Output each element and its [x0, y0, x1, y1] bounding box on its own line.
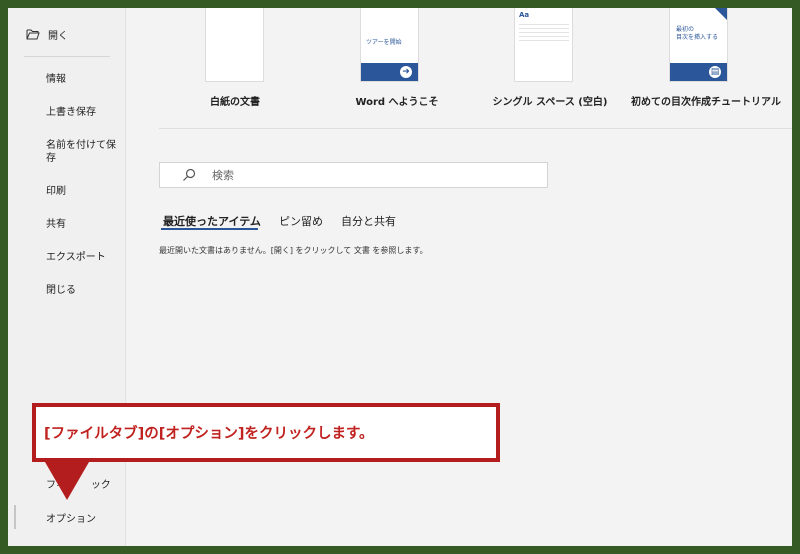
search-input[interactable]	[212, 168, 512, 182]
sidebar-item-open-label: 開く	[48, 30, 68, 42]
sidebar-item-open[interactable]: 開く	[26, 26, 68, 42]
search-icon	[183, 168, 196, 181]
search-box[interactable]	[159, 162, 548, 188]
template-label: 白紙の文書	[210, 97, 260, 108]
template-label: 初めての目次作成チュートリアル	[631, 97, 781, 108]
template-thumbnail-toc[interactable]: 最初の 目次を挿入する ▤	[669, 8, 728, 82]
sidebar-divider	[24, 56, 110, 57]
arrow-right-icon: ➜	[400, 66, 412, 78]
tab-pinned[interactable]: ピン留め	[279, 213, 323, 229]
template-label: Word へようこそ	[355, 97, 439, 108]
template-label: シングル スペース (空白)	[492, 97, 608, 108]
pointer-arrow	[45, 462, 89, 500]
thumbnail-text: ツアーを開始	[366, 39, 402, 46]
tab-shared-with-me[interactable]: 自分と共有	[341, 213, 396, 229]
template-thumbnail-welcome[interactable]: ツアーを開始 ➜	[360, 8, 419, 82]
template-thumbnail-blank[interactable]	[205, 8, 264, 82]
sidebar-item-options[interactable]: オプション	[46, 513, 118, 526]
sidebar-item-export[interactable]: エクスポート	[46, 251, 118, 264]
template-thumbnail-single-space[interactable]: Aa	[514, 8, 573, 82]
corner-badge-icon	[715, 8, 727, 20]
backstage-window: 開く 情報 上書き保存 名前を付けて保存 印刷 共有 エクスポート 閉じる フィ…	[8, 8, 792, 546]
empty-recent-message: 最近開いた文書はありません。[開く] をクリックして 文書 を参照します。	[159, 246, 428, 255]
sidebar-item-info[interactable]: 情報	[46, 73, 118, 86]
sidebar-item-close[interactable]: 閉じる	[46, 284, 118, 297]
instruction-callout: [ファイルタブ]の[オプション]をクリックします。	[32, 403, 500, 462]
sidebar-item-print[interactable]: 印刷	[46, 185, 118, 198]
thumbnail-lines	[519, 24, 569, 44]
sidebar-selection-bar	[14, 505, 16, 529]
active-tab-indicator	[161, 228, 258, 230]
folder-open-icon	[26, 29, 40, 39]
instruction-text: [ファイルタブ]の[オプション]をクリックします。	[44, 426, 374, 442]
document-icon: ▤	[709, 66, 721, 78]
template-gallery: 白紙の文書 ツアーを開始 ➜ Word へようこそ Aa シングル スペース (…	[126, 8, 792, 128]
sidebar-item-save[interactable]: 上書き保存	[46, 106, 118, 119]
sidebar-item-save-as[interactable]: 名前を付けて保存	[46, 139, 116, 165]
tab-recent[interactable]: 最近使ったアイテム	[163, 213, 261, 229]
feedback-label-end: ック	[90, 480, 111, 491]
section-divider	[159, 128, 792, 129]
sidebar-item-share[interactable]: 共有	[46, 218, 118, 231]
thumbnail-text: Aa	[519, 11, 530, 19]
thumbnail-text: 最初の 目次を挿入する	[676, 26, 719, 41]
